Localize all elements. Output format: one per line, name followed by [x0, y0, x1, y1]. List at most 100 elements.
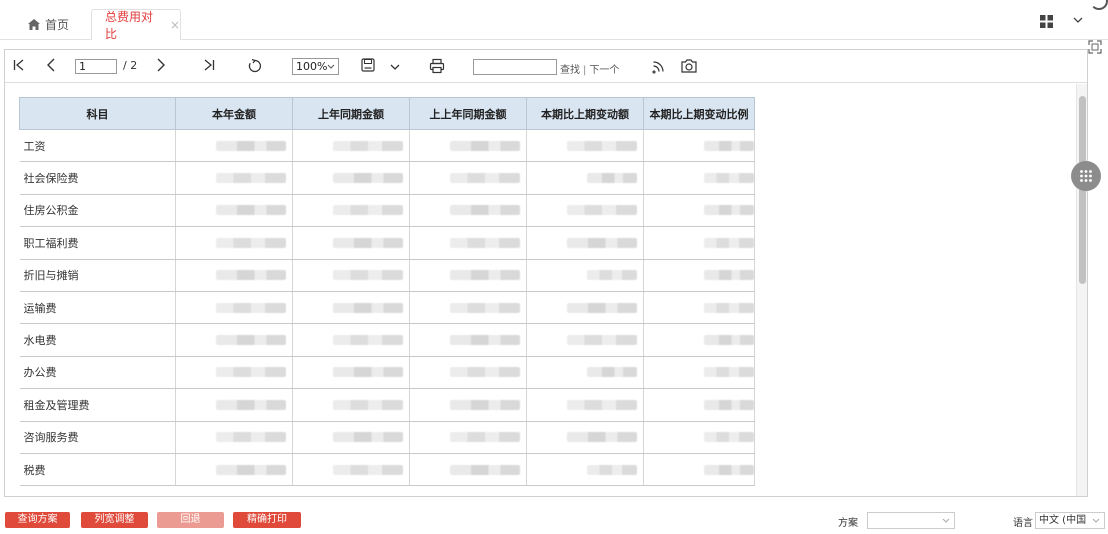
column-header: 上年同期金额 [292, 97, 410, 130]
row-subject: 咨询服务费 [19, 421, 176, 454]
language-select[interactable]: 中文 (中国 [1035, 512, 1105, 529]
redacted-value [450, 464, 520, 475]
chevron-down-icon [1092, 518, 1100, 523]
row-subject: 住房公积金 [19, 194, 176, 228]
chevron-down-icon [327, 64, 335, 69]
obscured-value-cell [526, 129, 644, 163]
obscured-value-cell [175, 388, 293, 422]
redacted-value [333, 302, 403, 313]
scheme-select[interactable] [867, 512, 955, 529]
redacted-value [704, 270, 754, 281]
obscured-value-cell [292, 421, 410, 454]
search-button[interactable]: 查找 [560, 65, 580, 76]
row-subject: 税费 [19, 453, 176, 487]
redacted-value [567, 140, 637, 151]
obscured-value-cell [643, 226, 755, 260]
obscured-value-cell [175, 259, 293, 292]
redacted-value [704, 140, 754, 151]
redacted-value [333, 173, 403, 184]
row-subject: 工资 [19, 129, 176, 163]
table-row: 住房公积金 [19, 194, 755, 228]
obscured-value-cell [526, 259, 644, 292]
floating-menu-button[interactable] [1071, 161, 1101, 191]
chevron-down-icon[interactable] [390, 63, 400, 71]
report-toolbar: 1 / 2 100% 查找 | 下一个 [5, 50, 1087, 83]
page-total: / 2 [123, 59, 138, 72]
redacted-value [333, 237, 403, 248]
home-icon [28, 18, 40, 30]
redacted-value [450, 140, 520, 151]
obscured-value-cell [175, 129, 293, 163]
row-subject: 运输费 [19, 291, 176, 325]
fullscreen-icon[interactable] [1088, 40, 1102, 54]
tab-bar: 首页 总费用对比 × [0, 0, 1108, 54]
save-icon[interactable] [361, 58, 375, 72]
close-icon[interactable]: × [170, 18, 180, 32]
obscured-value-cell [175, 453, 293, 487]
obscured-value-cell [292, 291, 410, 325]
table-row: 运输费 [19, 291, 755, 325]
column-header: 科目 [19, 97, 176, 130]
search-input[interactable] [473, 59, 557, 75]
obscured-value-cell [643, 259, 755, 292]
redacted-value [216, 302, 286, 313]
page-number-input[interactable]: 1 [75, 59, 117, 74]
column-header: 本年金额 [175, 97, 293, 130]
obscured-value-cell [292, 453, 410, 487]
redacted-value [587, 173, 637, 184]
redacted-value [587, 270, 637, 281]
obscured-value-cell [643, 129, 755, 163]
redacted-value [450, 335, 520, 346]
redacted-value [216, 140, 286, 151]
redacted-value [216, 367, 286, 378]
vertical-scrollbar[interactable] [1076, 84, 1087, 496]
rss-icon[interactable] [651, 58, 667, 74]
refresh-icon[interactable] [247, 58, 263, 74]
redacted-value [333, 270, 403, 281]
redacted-value [704, 432, 754, 443]
table-row: 折旧与摊销 [19, 259, 755, 292]
precise-print-button[interactable]: 精确打印 [233, 512, 301, 528]
obscured-value-cell [409, 356, 527, 390]
column-width-button[interactable]: 列宽调整 [81, 512, 148, 528]
redacted-value [567, 432, 637, 443]
redacted-value [333, 140, 403, 151]
obscured-value-cell [175, 194, 293, 228]
query-scheme-button[interactable]: 查询方案 [5, 512, 70, 528]
tab-total-cost-comparison[interactable]: 总费用对比 × [91, 9, 181, 41]
row-subject: 办公费 [19, 356, 176, 390]
dots-grid-icon [1080, 170, 1092, 182]
obscured-value-cell [292, 356, 410, 390]
redacted-value [450, 173, 520, 184]
table-row: 工资 [19, 129, 755, 163]
grid-menu-icon[interactable] [1040, 15, 1053, 28]
previous-page-icon[interactable] [45, 58, 57, 72]
next-page-icon[interactable] [155, 58, 167, 72]
obscured-value-cell [175, 291, 293, 325]
redacted-value [450, 302, 520, 313]
find-next-button[interactable]: 下一个 [589, 65, 619, 76]
obscured-value-cell [526, 453, 644, 487]
print-icon[interactable] [429, 58, 445, 74]
camera-icon[interactable] [680, 58, 698, 74]
obscured-value-cell [643, 161, 755, 195]
redacted-value [567, 335, 637, 346]
cost-comparison-table: 科目 本年金额 上年同期金额 上上年同期金额 本期比上期变动额 本期比上期变动比… [19, 97, 755, 487]
redacted-value [450, 367, 520, 378]
zoom-select[interactable]: 100% [292, 58, 339, 75]
redacted-value [216, 205, 286, 216]
redacted-value [333, 399, 403, 410]
obscured-value-cell [526, 323, 644, 357]
obscured-value-cell [292, 388, 410, 422]
table-row: 租金及管理费 [19, 388, 755, 422]
tab-home[interactable]: 首页 [28, 14, 69, 34]
obscured-value-cell [409, 453, 527, 487]
chevron-down-icon[interactable] [1073, 15, 1083, 25]
user-icon[interactable] [1090, 0, 1108, 10]
back-button[interactable]: 回退 [157, 512, 224, 528]
redacted-value [704, 464, 754, 475]
obscured-value-cell [292, 226, 410, 260]
first-page-icon[interactable] [13, 58, 25, 72]
last-page-icon[interactable] [203, 58, 215, 72]
table-row: 职工福利费 [19, 226, 755, 260]
